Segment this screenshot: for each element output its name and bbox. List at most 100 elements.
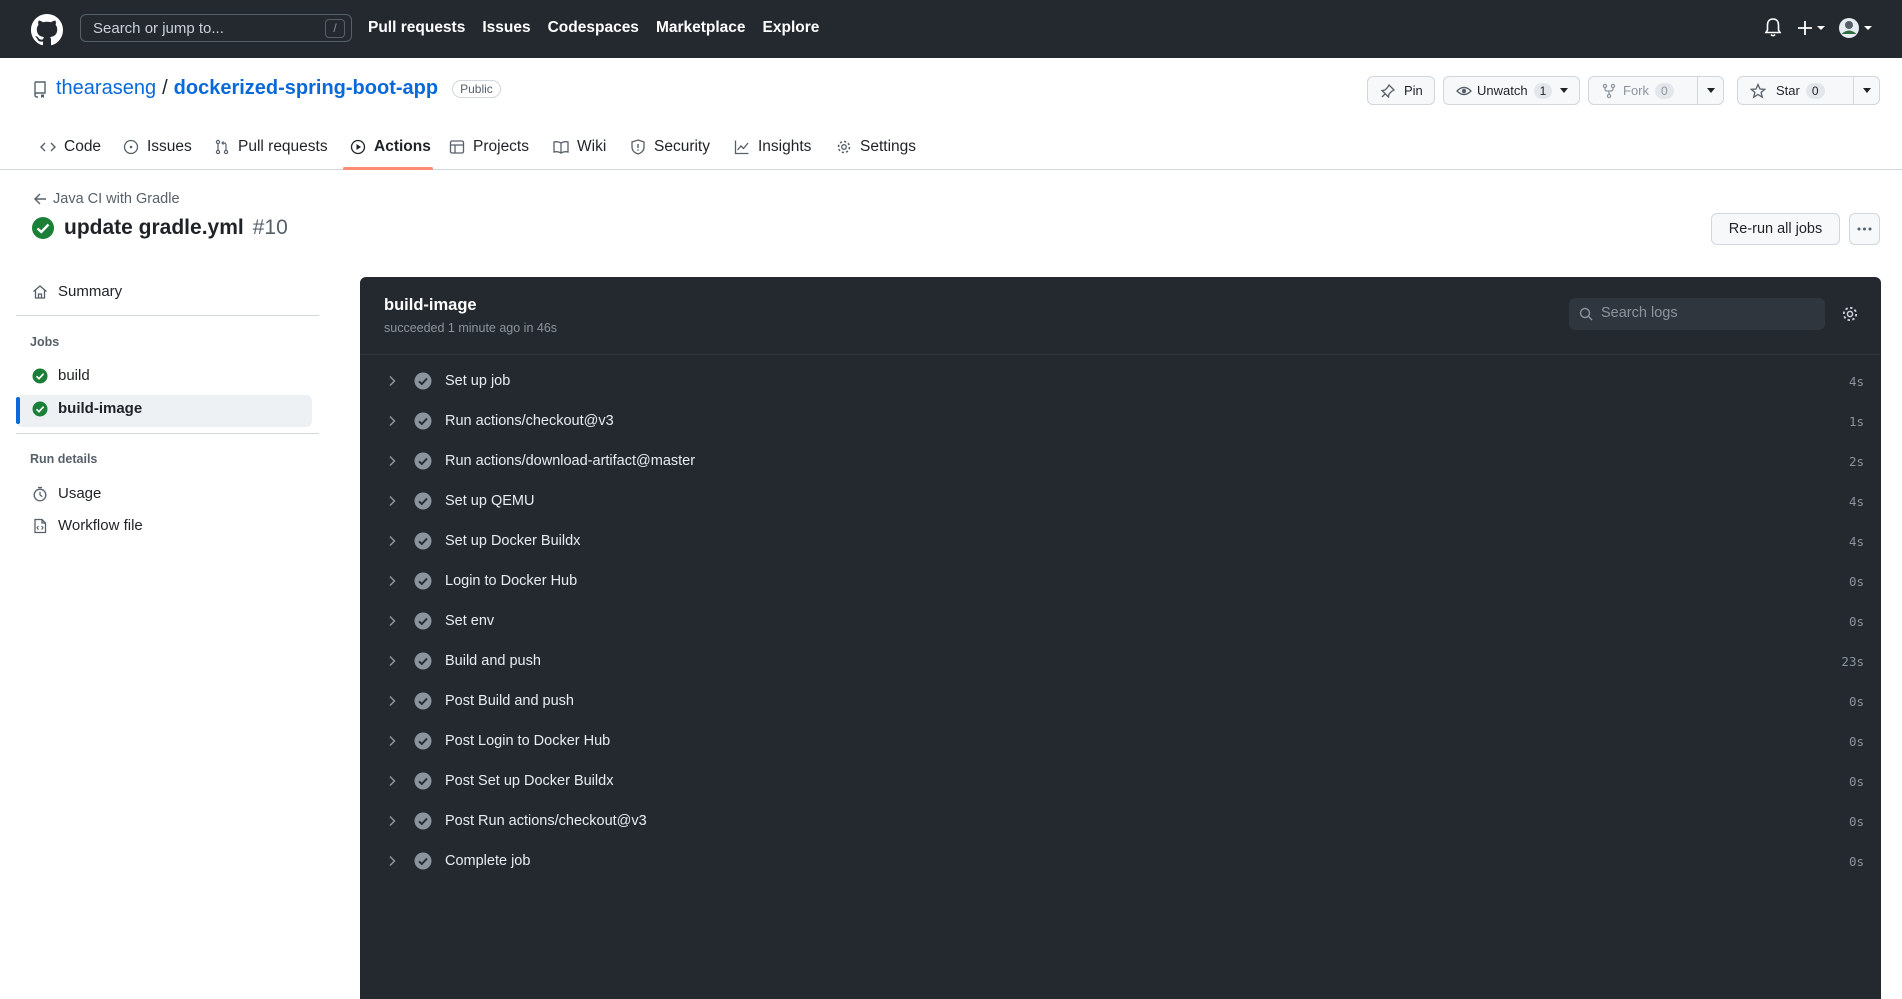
chevron-right-icon[interactable]	[384, 373, 400, 389]
job-step-row[interactable]: Post Set up Docker Buildx 0s	[384, 764, 1864, 798]
job-step-duration: 4s	[1848, 373, 1864, 389]
unwatch-button[interactable]: Unwatch 1	[1443, 76, 1580, 105]
star-dropdown-toggle[interactable]	[1853, 77, 1879, 104]
pin-button[interactable]: Pin	[1367, 76, 1435, 105]
graph-icon	[734, 140, 749, 155]
fork-icon	[1602, 83, 1616, 98]
tab-security[interactable]: Security	[630, 124, 710, 170]
kebab-horizontal-icon	[1857, 227, 1872, 231]
job-step-name: Set env	[445, 613, 495, 629]
unwatch-caret-icon	[1560, 88, 1569, 93]
chevron-right-icon[interactable]	[384, 413, 400, 429]
chevron-right-icon[interactable]	[384, 733, 400, 749]
job-step-duration: 4s	[1848, 493, 1864, 509]
sidebar-job-build-image[interactable]: build-image	[32, 400, 142, 417]
star-button[interactable]: Star 0	[1737, 76, 1880, 105]
tab-issues[interactable]: Issues	[123, 124, 192, 170]
search-icon	[1579, 307, 1593, 321]
tab-pull-requests-label: Pull requests	[238, 138, 328, 155]
job-step-row[interactable]: Run actions/download-artifact@master 2s	[384, 444, 1864, 478]
job-step-name: Run actions/download-artifact@master	[445, 453, 696, 469]
chevron-right-icon[interactable]	[384, 533, 400, 549]
job-step-row[interactable]: Run actions/checkout@v3 1s	[384, 404, 1864, 438]
fork-button[interactable]: Fork 0	[1588, 76, 1724, 105]
step-success-check-icon	[414, 492, 432, 510]
global-header: Search or jump to... / Pull requests Iss…	[0, 0, 1902, 58]
pin-icon	[1380, 83, 1396, 98]
step-success-check-icon	[414, 732, 432, 750]
nav-pull-requests[interactable]: Pull requests	[368, 19, 465, 37]
tab-wiki[interactable]: Wiki	[553, 124, 606, 170]
job-step-row[interactable]: Complete job 0s	[384, 844, 1864, 878]
job-step-duration: 0s	[1848, 773, 1864, 789]
chevron-right-icon[interactable]	[384, 693, 400, 709]
github-logo-icon[interactable]	[31, 14, 63, 46]
sidebar-job-build[interactable]: build	[32, 367, 90, 384]
chevron-right-icon[interactable]	[384, 773, 400, 789]
tab-wiki-label: Wiki	[577, 138, 607, 155]
job-step-row[interactable]: Set up job 4s	[384, 364, 1864, 398]
job-step-row[interactable]: Post Login to Docker Hub 0s	[384, 724, 1864, 758]
job-step-row[interactable]: Set env 0s	[384, 604, 1864, 638]
step-success-check-icon	[414, 852, 432, 870]
chevron-right-icon[interactable]	[384, 453, 400, 469]
search-logs-placeholder: Search logs	[1601, 305, 1678, 321]
chevron-right-icon[interactable]	[384, 813, 400, 829]
job-step-duration: 0s	[1848, 693, 1864, 709]
job-step-name: Set up QEMU	[445, 493, 535, 509]
search-logs-input[interactable]: Search logs	[1569, 298, 1825, 330]
job-step-row[interactable]: Build and push 23s	[384, 644, 1864, 678]
user-avatar-menu[interactable]	[1838, 16, 1874, 40]
step-success-check-icon	[414, 612, 432, 630]
more-options-button[interactable]	[1849, 213, 1880, 245]
rerun-all-jobs-button[interactable]: Re-run all jobs	[1711, 213, 1840, 245]
tab-insights[interactable]: Insights	[734, 124, 811, 170]
nav-issues[interactable]: Issues	[482, 19, 530, 37]
job-step-name: Run actions/checkout@v3	[445, 413, 614, 429]
sidebar-job-build-label: build	[58, 367, 90, 384]
tab-projects[interactable]: Projects	[449, 124, 529, 170]
job-step-duration: 4s	[1848, 533, 1864, 549]
repo-owner-link[interactable]: thearaseng	[56, 77, 156, 100]
chevron-right-icon[interactable]	[384, 613, 400, 629]
log-settings-gear-icon[interactable]	[1841, 305, 1859, 323]
global-search-input[interactable]: Search or jump to... /	[80, 14, 352, 42]
chevron-right-icon[interactable]	[384, 853, 400, 869]
sidebar-usage[interactable]: Usage	[32, 485, 101, 502]
chevron-right-icon[interactable]	[384, 573, 400, 589]
chevron-right-icon[interactable]	[384, 493, 400, 509]
back-to-workflow-link[interactable]: Java CI with Gradle	[33, 191, 180, 207]
job-step-row[interactable]: Set up QEMU 4s	[384, 484, 1864, 518]
job-step-duration: 0s	[1848, 613, 1864, 629]
create-new-plus-icon[interactable]	[1797, 16, 1827, 40]
job-step-duration: 2s	[1848, 453, 1864, 469]
tab-security-label: Security	[654, 138, 710, 155]
job-step-row[interactable]: Post Build and push 0s	[384, 684, 1864, 718]
repo-name-link[interactable]: dockerized-spring-boot-app	[174, 77, 438, 100]
notifications-bell-icon[interactable]	[1763, 16, 1783, 40]
sidebar-divider	[16, 315, 319, 316]
search-shortcut-key: /	[325, 19, 345, 38]
tab-settings[interactable]: Settings	[836, 124, 916, 170]
play-circle-icon	[350, 139, 366, 155]
tab-code[interactable]: Code	[40, 124, 101, 170]
job-step-row[interactable]: Login to Docker Hub 0s	[384, 564, 1864, 598]
home-icon	[33, 284, 47, 299]
step-success-check-icon	[414, 692, 432, 710]
sidebar-divider	[16, 433, 319, 434]
success-check-circle-icon	[32, 401, 48, 416]
tab-actions[interactable]: Actions	[350, 124, 431, 170]
sidebar-workflow-file[interactable]: Workflow file	[32, 517, 143, 534]
fork-dropdown-toggle[interactable]	[1697, 77, 1723, 104]
arrow-left-icon	[34, 193, 46, 205]
job-step-row[interactable]: Set up Docker Buildx 4s	[384, 524, 1864, 558]
nav-codespaces[interactable]: Codespaces	[548, 19, 639, 37]
nav-marketplace[interactable]: Marketplace	[656, 19, 746, 37]
run-number: #10	[252, 216, 288, 239]
nav-explore[interactable]: Explore	[763, 19, 820, 37]
sidebar-summary[interactable]: Summary	[32, 283, 122, 300]
tab-pull-requests[interactable]: Pull requests	[214, 124, 328, 170]
star-label: Star	[1776, 83, 1800, 98]
job-step-row[interactable]: Post Run actions/checkout@v3 0s	[384, 804, 1864, 838]
chevron-right-icon[interactable]	[384, 653, 400, 669]
